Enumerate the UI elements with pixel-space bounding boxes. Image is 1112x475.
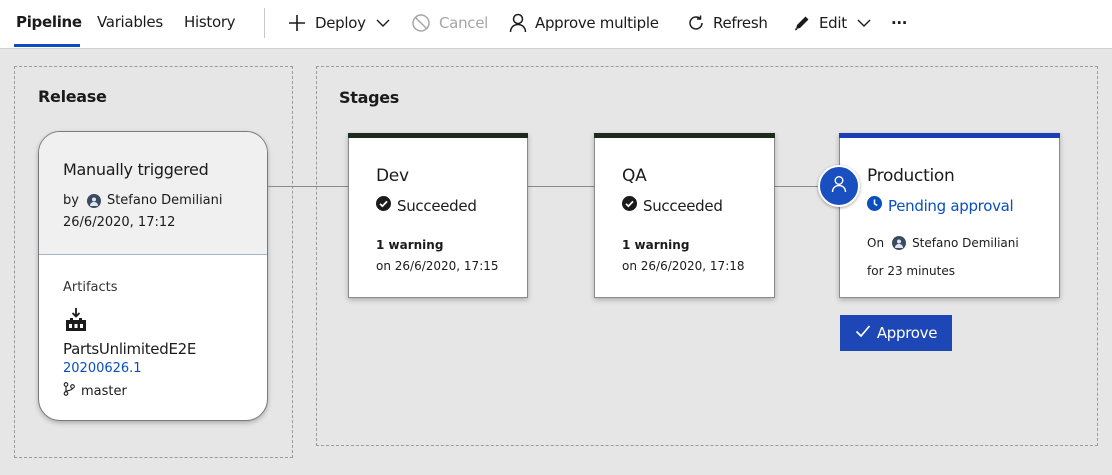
stage-status-text: Succeeded	[643, 196, 723, 215]
stage-warning[interactable]: 1 warning	[376, 238, 443, 252]
artifacts-label: Artifacts	[63, 280, 118, 295]
stage-name: Dev	[376, 166, 409, 186]
refresh-button[interactable]: Refresh	[687, 11, 768, 35]
tab-variables[interactable]: Variables	[97, 13, 163, 31]
artifact-name: PartsUnlimitedE2E	[63, 340, 197, 358]
stage-timestamp: on 26/6/2020, 17:15	[376, 259, 499, 273]
on-label: On	[867, 236, 885, 250]
toolbar: Pipeline Variables History Deploy Cancel…	[0, 0, 1112, 49]
stage-warning[interactable]: 1 warning	[622, 238, 689, 252]
pipeline-connector	[775, 186, 820, 187]
approve-label: Approve	[876, 324, 938, 342]
by-label: by	[63, 193, 79, 208]
clock-icon	[867, 196, 882, 215]
release-author-name: Stefano Demiliani	[106, 193, 223, 208]
refresh-icon	[687, 14, 705, 32]
cancel-label: Cancel	[439, 14, 489, 32]
cancel-button[interactable]: Cancel	[411, 11, 488, 35]
edit-label: Edit	[819, 14, 847, 32]
release-card[interactable]: Manually triggered by Stefano Demiliani …	[38, 131, 268, 421]
check-circle-icon	[376, 196, 391, 215]
active-tab-indicator	[14, 44, 80, 47]
chevron-down-icon	[857, 18, 871, 28]
stage-status-text: Succeeded	[397, 196, 477, 215]
more-actions-button[interactable]: ···	[891, 11, 908, 35]
stage-status: Pending approval	[867, 196, 1014, 215]
branch-icon	[63, 382, 75, 400]
stage-name: QA	[622, 166, 647, 186]
check-circle-icon	[622, 196, 637, 215]
person-icon	[831, 175, 847, 197]
person-icon	[509, 13, 527, 33]
edit-button[interactable]: Edit	[793, 11, 871, 35]
pipeline-connector	[268, 186, 350, 187]
tab-pipeline[interactable]: Pipeline	[16, 13, 82, 31]
cancel-icon	[411, 13, 431, 33]
refresh-label: Refresh	[713, 14, 768, 32]
avatar	[86, 193, 101, 208]
check-icon	[855, 324, 871, 342]
approve-button[interactable]: Approve	[840, 315, 952, 351]
plus-icon	[287, 13, 307, 33]
approve-multiple-label: Approve multiple	[535, 14, 659, 32]
chevron-down-icon	[376, 18, 390, 28]
artifact-branch: master	[63, 382, 127, 400]
release-date: 26/6/2020, 17:12	[63, 215, 176, 230]
stage-status-text: Pending approval	[888, 196, 1014, 215]
approve-multiple-button[interactable]: Approve multiple	[509, 11, 659, 35]
stage-approver: On Stefano Demiliani	[867, 236, 1019, 250]
build-artifact-icon	[65, 308, 87, 336]
approver-name: Stefano Demiliani	[912, 236, 1019, 250]
stage-status-bar	[594, 133, 775, 138]
stage-card-production[interactable]: Production Pending approval On Stefano D…	[839, 133, 1060, 298]
stage-status: Succeeded	[622, 196, 723, 215]
stage-status-bar	[839, 133, 1060, 138]
stage-timestamp: on 26/6/2020, 17:18	[622, 259, 745, 273]
release-trigger: Manually triggered	[63, 160, 209, 179]
pre-deployment-approval-button[interactable]	[818, 165, 860, 207]
deploy-label: Deploy	[315, 14, 366, 32]
stage-pending-duration: for 23 minutes	[867, 264, 955, 278]
stage-card-dev[interactable]: Dev Succeeded 1 warning on 26/6/2020, 17…	[348, 133, 528, 298]
tab-history[interactable]: History	[184, 13, 236, 31]
stage-status-bar	[348, 133, 528, 138]
stage-status: Succeeded	[376, 196, 477, 215]
deploy-button[interactable]: Deploy	[287, 11, 390, 35]
branch-name: master	[81, 383, 127, 399]
artifact-build-link[interactable]: 20200626.1	[63, 361, 142, 376]
stages-panel-title: Stages	[339, 88, 399, 107]
more-icon: ···	[891, 14, 908, 32]
release-panel-title: Release	[38, 87, 107, 106]
release-author: by Stefano Demiliani	[63, 193, 223, 208]
stage-name: Production	[867, 166, 955, 186]
pipeline-connector	[527, 186, 595, 187]
stage-card-qa[interactable]: QA Succeeded 1 warning on 26/6/2020, 17:…	[594, 133, 775, 298]
pencil-icon	[793, 14, 811, 32]
avatar	[892, 236, 907, 250]
toolbar-divider	[264, 8, 265, 38]
